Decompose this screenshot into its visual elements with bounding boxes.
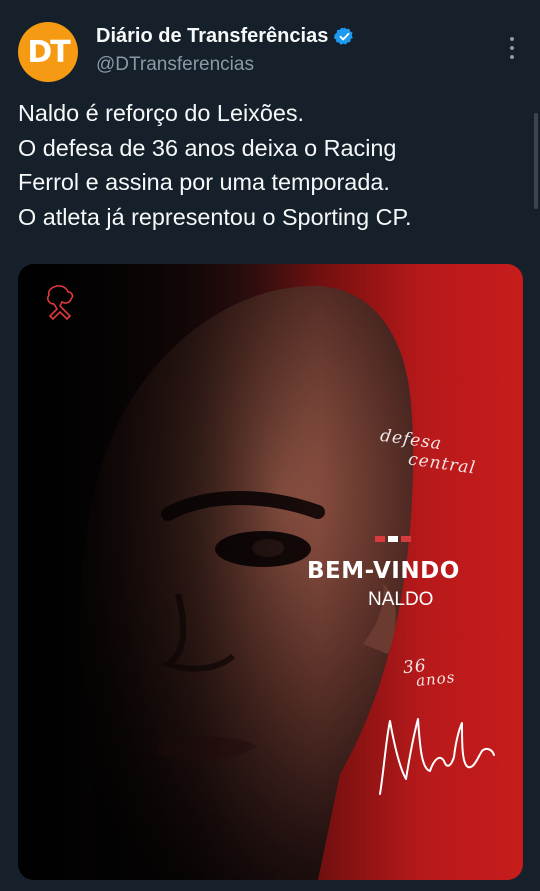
player-signature xyxy=(379,718,495,795)
tweet-text-line: O defesa de 36 anos deixa o Racing xyxy=(18,134,397,161)
tweet-text: Naldo é reforço do Leixões. O defesa de … xyxy=(18,96,523,234)
scrollbar[interactable] xyxy=(534,113,538,209)
tweet-text-line: Naldo é reforço do Leixões. xyxy=(18,100,305,126)
verified-badge-icon xyxy=(334,27,354,45)
welcome-heading: BEM-VINDO xyxy=(307,558,460,584)
name-row[interactable]: Diário de Transferências xyxy=(96,25,355,48)
account-handle[interactable]: @DTransferencias xyxy=(96,54,254,76)
avatar-initials: DT xyxy=(27,34,70,70)
flag-stripe-icon xyxy=(375,536,411,542)
club-crest-icon xyxy=(47,285,74,321)
avatar[interactable]: DT xyxy=(18,22,78,82)
tweet[interactable]: DT Diário de Transferências @DTransferen… xyxy=(0,0,540,891)
tweet-text-line: O atleta já representou o Sporting CP. xyxy=(18,203,412,230)
display-name[interactable]: Diário de Transferências xyxy=(96,25,328,48)
tweet-media-image[interactable]: defesa central BEM-VINDO NALDO 36 anos xyxy=(18,264,523,880)
more-options-icon[interactable] xyxy=(508,37,516,59)
tweet-text-line: Ferrol e assina por uma temporada. xyxy=(18,169,390,195)
player-name: NALDO xyxy=(368,589,434,610)
